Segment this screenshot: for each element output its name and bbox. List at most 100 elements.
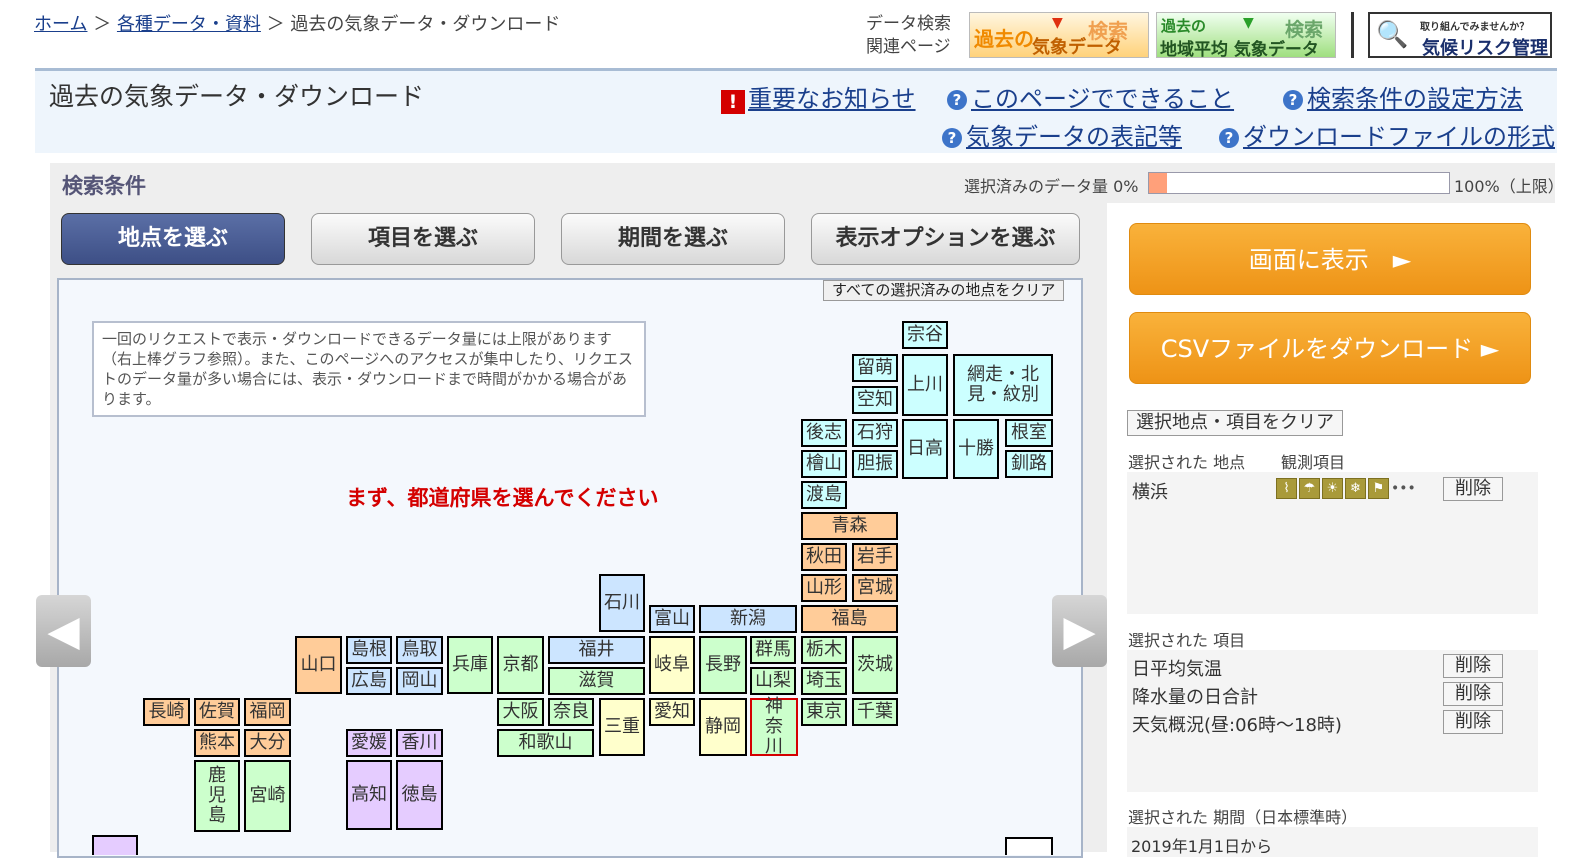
- search-howto-link[interactable]: 検索条件の設定方法: [1307, 85, 1523, 113]
- pref-shizuoka[interactable]: 静岡: [699, 698, 747, 756]
- pref-nemuro[interactable]: 根室: [1005, 419, 1053, 447]
- pref-wakayama[interactable]: 和歌山: [497, 729, 594, 757]
- pref-shiribeshi[interactable]: 後志: [801, 419, 847, 447]
- pref-tokushima[interactable]: 徳島: [396, 760, 443, 830]
- delete-station-button[interactable]: 削除: [1443, 477, 1503, 501]
- howto-link-wrap: ? 検索条件の設定方法: [1283, 79, 1523, 114]
- important-notice-link[interactable]: 重要なお知らせ: [748, 85, 916, 113]
- pref-aomori[interactable]: 青森: [801, 512, 898, 540]
- clear-all-stations-button[interactable]: すべての選択済みの地点をクリア: [823, 280, 1065, 301]
- selected-period-panel: 2019年1月1日から: [1127, 827, 1538, 857]
- delete-item-button[interactable]: 削除: [1443, 654, 1503, 678]
- pref-miyagi[interactable]: 宮城: [852, 574, 898, 602]
- pref-nagano[interactable]: 長野: [699, 636, 747, 694]
- pref-shimane[interactable]: 島根: [346, 636, 392, 664]
- pref-hiroshima[interactable]: 広島: [346, 667, 392, 695]
- area-average-data-banner[interactable]: 過去の 地域平均 気象データ 検索 ▼: [1156, 12, 1336, 58]
- file-format-link[interactable]: ダウンロードファイルの形式: [1243, 123, 1555, 151]
- pref-ishikawa[interactable]: 石川: [599, 574, 645, 632]
- pref-miyazaki[interactable]: 宮崎: [244, 760, 291, 832]
- pref-yamagata[interactable]: 山形: [801, 574, 847, 602]
- clear-selection-button[interactable]: 選択地点・項目をクリア: [1127, 410, 1343, 436]
- pref-abashiri[interactable]: 網走・北見・紋別: [953, 354, 1053, 416]
- request-limit-notice: 一回のリクエストで表示・ダウンロードできるデータ量には上限があります（右上棒グラ…: [92, 321, 646, 417]
- pref-kagawa[interactable]: 香川: [396, 729, 443, 757]
- pref-saitama[interactable]: 埼玉: [801, 667, 847, 695]
- help-icon: ?: [942, 128, 962, 148]
- pref-okinawa-partial[interactable]: [92, 835, 138, 855]
- page-capabilities-link[interactable]: このページでできること: [971, 85, 1234, 113]
- climate-risk-banner[interactable]: 🔍 取り組んでみませんか？ 気候リスク管理: [1368, 12, 1552, 58]
- pref-akita[interactable]: 秋田: [801, 543, 847, 571]
- next-map-arrow-icon[interactable]: ▶: [1052, 595, 1107, 667]
- pref-oita[interactable]: 大分: [244, 729, 291, 757]
- pref-ibaraki[interactable]: 茨城: [852, 636, 898, 694]
- top-bar: ホーム ＞ 各種データ・資料 ＞ 過去の気象データ・ダウンロード データ検索 関…: [0, 0, 1580, 68]
- tab-select-options[interactable]: 表示オプションを選ぶ: [811, 213, 1080, 265]
- pref-aichi[interactable]: 愛知: [649, 698, 695, 726]
- pref-fukui[interactable]: 福井: [548, 636, 645, 664]
- breadcrumb-data-link[interactable]: 各種データ・資料: [117, 14, 261, 35]
- pref-saga[interactable]: 佐賀: [194, 698, 240, 726]
- tab-select-period[interactable]: 期間を選ぶ: [561, 213, 785, 265]
- pref-fukuoka[interactable]: 福岡: [244, 698, 291, 726]
- tab-select-item[interactable]: 項目を選ぶ: [311, 213, 535, 265]
- pref-kumamoto[interactable]: 熊本: [194, 729, 240, 757]
- pref-iwate[interactable]: 岩手: [852, 543, 898, 571]
- pref-niigata[interactable]: 新潟: [699, 605, 797, 633]
- pref-rumoi[interactable]: 留萌: [852, 354, 898, 382]
- past-weather-data-banner[interactable]: 過去の 気象データ 検索 ▼: [969, 12, 1149, 58]
- station-name: 横浜: [1132, 482, 1168, 503]
- delete-item-button[interactable]: 削除: [1443, 682, 1503, 706]
- pref-kamikawa[interactable]: 上川: [902, 354, 948, 416]
- sun-icon: ☀: [1322, 478, 1343, 499]
- pref-iburi[interactable]: 胆振: [852, 450, 898, 478]
- data-notation-link[interactable]: 気象データの表記等: [966, 123, 1182, 151]
- pref-tokachi[interactable]: 十勝: [953, 419, 999, 479]
- delete-item-button[interactable]: 削除: [1443, 710, 1503, 734]
- pref-shiga[interactable]: 滋賀: [548, 667, 645, 695]
- related-pages-label: データ検索 関連ページ: [866, 13, 951, 59]
- pref-yamanashi[interactable]: 山梨: [750, 667, 796, 695]
- pref-okayama[interactable]: 岡山: [396, 667, 443, 695]
- pref-ishikari[interactable]: 石狩: [852, 419, 898, 447]
- pref-hidaka[interactable]: 日高: [902, 419, 948, 479]
- pref-nara[interactable]: 奈良: [548, 698, 594, 726]
- banner-text: 過去の: [1161, 17, 1207, 35]
- pref-chiba[interactable]: 千葉: [852, 698, 898, 726]
- pref-kushiro[interactable]: 釧路: [1005, 450, 1053, 478]
- pref-hyogo[interactable]: 兵庫: [447, 636, 493, 694]
- pref-sorachi[interactable]: 空知: [852, 386, 898, 414]
- search-conditions-header: 検索条件 選択済みのデータ量 0% 100%（上限）: [50, 163, 1564, 203]
- pref-oshima[interactable]: 渡島: [801, 481, 847, 509]
- pref-ehime[interactable]: 愛媛: [346, 729, 392, 757]
- breadcrumb-home-link[interactable]: ホーム: [34, 14, 87, 35]
- pref-tokyo[interactable]: 東京: [801, 698, 847, 726]
- pref-tottori[interactable]: 鳥取: [396, 636, 443, 664]
- pref-tochigi[interactable]: 栃木: [801, 636, 847, 664]
- selected-stations-label: 選択された 地点: [1128, 453, 1246, 472]
- pref-hiyama[interactable]: 檜山: [801, 450, 847, 478]
- pref-gifu[interactable]: 岐阜: [649, 636, 695, 694]
- pref-toyama[interactable]: 富山: [649, 605, 695, 633]
- pref-nagasaki[interactable]: 長崎: [143, 698, 190, 726]
- pref-osaka[interactable]: 大阪: [497, 698, 544, 726]
- notice-link-wrap: ! 重要なお知らせ: [721, 79, 916, 114]
- download-csv-button[interactable]: CSVファイルをダウンロード ►: [1129, 312, 1531, 384]
- pref-gunma[interactable]: 群馬: [750, 636, 796, 664]
- prev-map-arrow-icon[interactable]: ◀: [36, 595, 91, 667]
- pref-soya[interactable]: 宗谷: [902, 321, 948, 349]
- tab-select-station[interactable]: 地点を選ぶ: [61, 213, 285, 265]
- pref-yamaguchi[interactable]: 山口: [295, 636, 342, 694]
- pref-mie[interactable]: 三重: [599, 698, 645, 756]
- selected-items-label: 選択された 項目: [1128, 631, 1246, 650]
- pref-ogasawara-partial[interactable]: [1005, 837, 1053, 855]
- display-on-screen-button[interactable]: 画面に表示 ►: [1129, 223, 1531, 295]
- pref-fukushima[interactable]: 福島: [801, 605, 898, 633]
- pref-kochi[interactable]: 高知: [346, 760, 392, 830]
- pref-kanagawa[interactable]: 神奈川: [750, 697, 798, 757]
- temperature-icon: ⌇: [1276, 478, 1297, 499]
- pref-kyoto[interactable]: 京都: [497, 636, 544, 694]
- pref-kagoshima[interactable]: 鹿児島: [194, 760, 240, 832]
- data-amount-bar: [1148, 172, 1450, 194]
